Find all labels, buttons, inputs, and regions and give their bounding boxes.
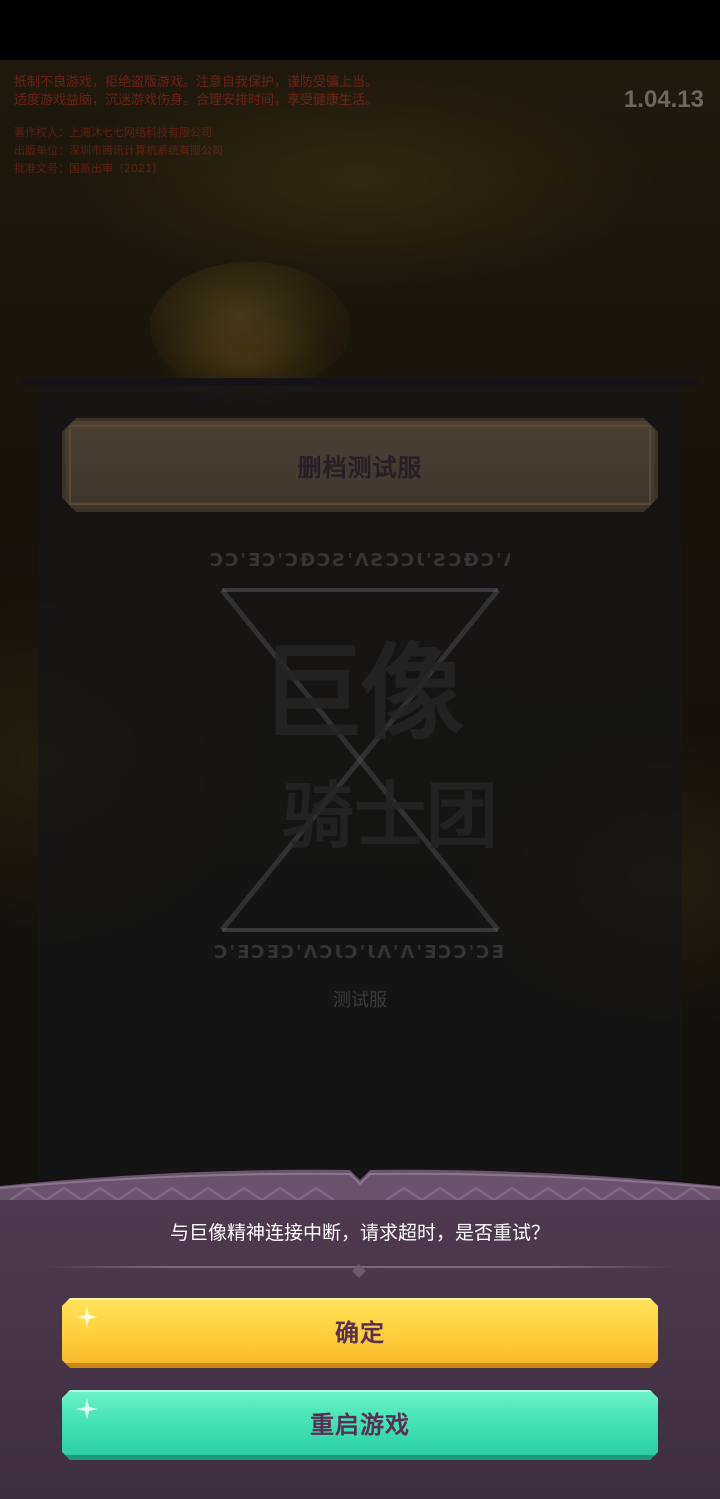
screen: 抵制不良游戏，拒绝盗版游戏。注意自我保护，谨防受骗上当。 适度游戏益脑，沉迷游戏… xyxy=(0,0,720,1499)
dialog-message: 与巨像精神连接中断，请求超时，是否重试？ xyxy=(169,1222,550,1244)
publisher-info-line: 出版单位：深圳市腾讯计算机系统有限公司 xyxy=(14,144,223,157)
health-notice-line: 抵制不良游戏，拒绝盗版游戏。注意自我保护，谨防受骗上当。 xyxy=(14,75,379,90)
logo-subtitle: 测试服 xyxy=(333,990,387,1011)
confirm-button-label: 确定 xyxy=(335,1319,385,1347)
server-select-button[interactable]: 删档测试服 xyxy=(62,418,658,512)
game-logo: ƆƆ'ƎƆ'ƆƉƆƧ'ΛƧƆƆƖ'ƧƆƉƆ'Λ 巨像 骑士团 Ɔ'ƎƆƎƆ'ΛƆ… xyxy=(200,540,520,1020)
divider-diamond-icon xyxy=(352,1264,366,1278)
panel-top-bar xyxy=(22,378,698,386)
logo-rune-text-bottom: Ɔ'ƎƆƎƆ'ΛƆƖƆ'ƖΛ'Λ'ƎƆƆ'ƆƎ xyxy=(214,942,506,963)
logo-title-main: 巨像 xyxy=(259,632,464,754)
logo-rune-text-top: ƆƆ'ƎƆ'ƆƉƆƧ'ΛƧƆƆƖ'ƧƆƉƆ'Λ xyxy=(210,550,510,571)
sparkle-icon xyxy=(76,1398,98,1420)
server-select-label: 删档测试服 xyxy=(297,453,423,482)
publisher-info-line: 批准文号：国新出审〔2021〕 xyxy=(14,162,163,175)
restart-game-button-label: 重启游戏 xyxy=(310,1411,410,1439)
publisher-info: 著作权人：上海沐七七网络科技有限公司 出版单位：深圳市腾讯计算机系统有限公司 批… xyxy=(14,124,223,178)
sparkle-icon xyxy=(76,1306,98,1328)
confirm-button[interactable]: 确定 xyxy=(62,1298,658,1368)
health-notice: 抵制不良游戏，拒绝盗版游戏。注意自我保护，谨防受骗上当。 适度游戏益脑，沉迷游戏… xyxy=(14,74,464,110)
health-notice-line: 适度游戏益脑，沉迷游戏伤身。合理安排时间，享受健康生活。 xyxy=(14,93,379,108)
restart-game-button[interactable]: 重启游戏 xyxy=(62,1390,658,1460)
logo-title-sub: 骑士团 xyxy=(281,774,498,858)
version-label: 1.04.13 xyxy=(623,86,704,113)
status-bar xyxy=(0,0,720,60)
publisher-info-line: 著作权人：上海沐七七网络科技有限公司 xyxy=(14,126,212,139)
